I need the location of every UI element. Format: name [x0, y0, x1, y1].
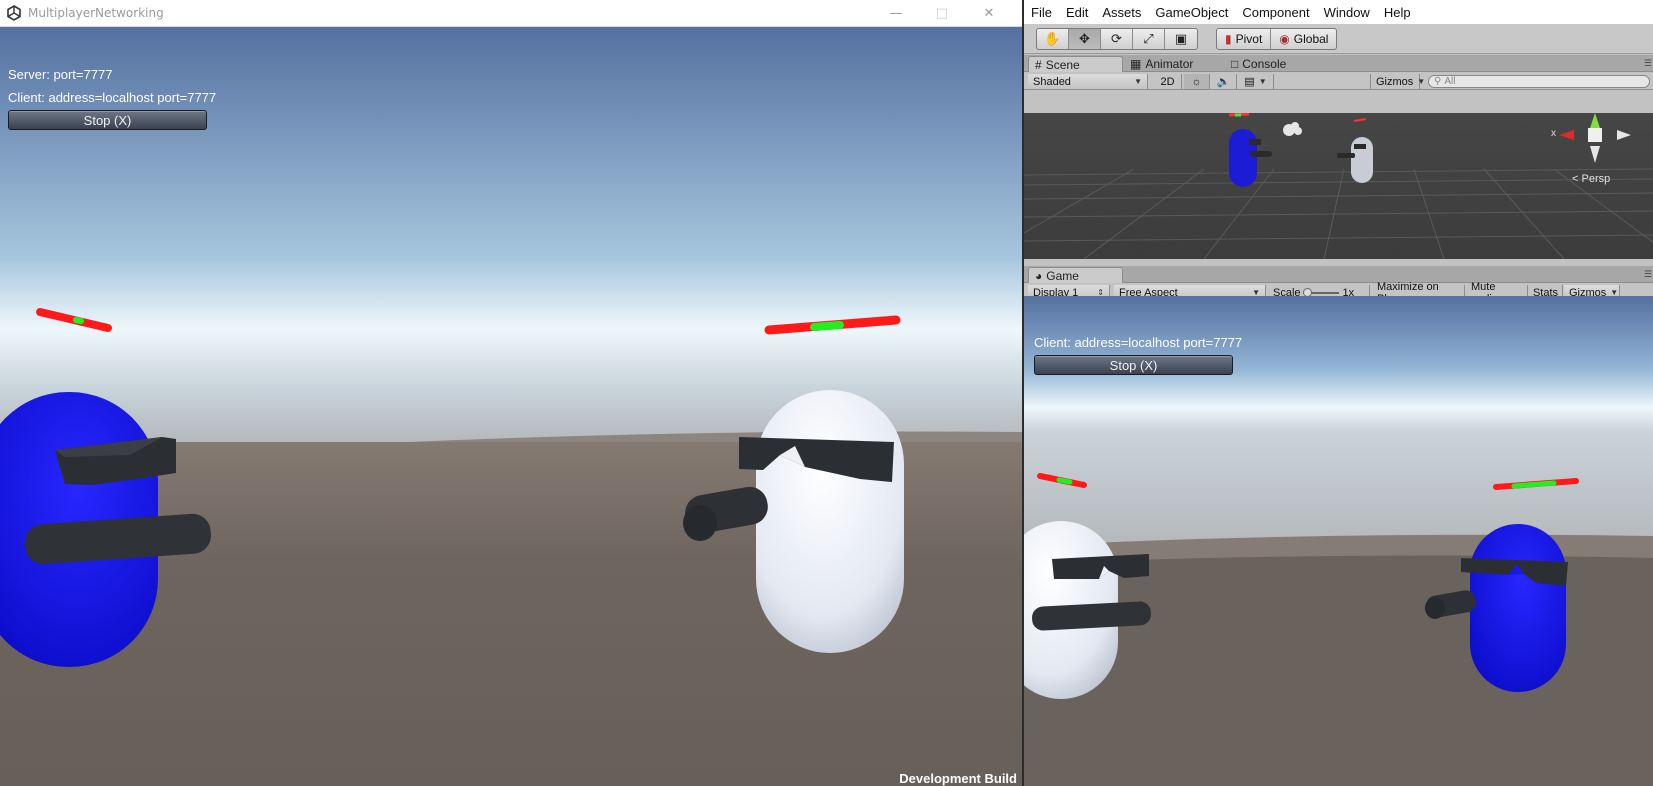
sun-icon: ☼ [1191, 75, 1202, 88]
scene-gizmos-label: Gizmos [1376, 75, 1414, 88]
hand-icon: ✋ [1044, 31, 1061, 47]
tab-animator[interactable]: ▦ Animator [1124, 56, 1199, 72]
window-title: MultiplayerNetworking [28, 6, 164, 20]
tab-game-label: Game [1046, 268, 1079, 283]
image-icon: ▤ [1244, 76, 1255, 88]
scene-viewport [1024, 113, 1653, 259]
scene-tabstrip: # Scene ▦ Animator □ Console ☰ [1024, 55, 1653, 72]
game-panel-menu-icon[interactable]: ☰ [1644, 270, 1652, 280]
handle-toggles: ▮ Pivot ◉ Global [1216, 28, 1338, 50]
scale-icon: ⤢ [1143, 31, 1154, 47]
lighting-toggle[interactable]: ☼ [1184, 74, 1210, 89]
global-label: Global [1293, 32, 1329, 46]
scene-toolbar: Shaded ▼ 2D ☼ 🔈 ▤ ▼ Gizmos ▼ ⚲ All [1024, 73, 1653, 90]
menu-window[interactable]: Window [1317, 5, 1377, 20]
menu-component[interactable]: Component [1235, 5, 1316, 20]
player-window: MultiplayerNetworking — □ ✕ Server: port… [0, 0, 1022, 786]
menu-edit[interactable]: Edit [1059, 5, 1095, 20]
animator-tab-icon: ▦ [1130, 57, 1142, 71]
shading-value: Shaded [1033, 75, 1071, 88]
hand-tool-button[interactable]: ✋ [1037, 29, 1069, 49]
scene-search-input[interactable]: ⚲ All [1428, 75, 1650, 88]
rect-icon: ▣ [1174, 31, 1188, 47]
persp-label[interactable]: < Persp [1572, 173, 1610, 185]
game-viewport[interactable]: Server: port=7777 Client: address=localh… [0, 27, 1022, 786]
tab-animator-label: Animator [1145, 57, 1194, 71]
player-titlebar[interactable]: MultiplayerNetworking — □ ✕ [0, 0, 1022, 27]
game-tab-icon: ◕ [1035, 268, 1043, 283]
rect-tool-button[interactable]: ▣ [1165, 29, 1197, 49]
game-stop-button[interactable]: Stop (X) [1034, 355, 1233, 375]
scene-panel-menu-icon[interactable]: ☰ [1644, 59, 1652, 69]
maximize-icon: □ [935, 6, 949, 21]
tab-scene-label: Scene [1045, 57, 1080, 72]
minimize-button[interactable]: — [873, 0, 919, 27]
tab-console[interactable]: □ Console [1225, 56, 1292, 72]
move-tool-button[interactable]: ✥ [1069, 29, 1101, 49]
game-tabstrip: ◕ Game ☰ [1024, 266, 1653, 283]
maximize-button[interactable]: □ [919, 0, 965, 27]
persp-label-text: Persp [1581, 173, 1611, 185]
scene-gizmos-dropdown[interactable]: Gizmos ▼ [1370, 74, 1425, 89]
pivot-label: Pivot [1235, 32, 1263, 46]
transform-tools: ✋ ✥ ⟳ ⤢ ▣ [1036, 28, 1198, 50]
chevron-down-icon: ▼ [1258, 77, 1267, 86]
close-button[interactable]: ✕ [966, 0, 1012, 27]
menu-assets[interactable]: Assets [1095, 5, 1148, 20]
shading-dropdown[interactable]: Shaded ▼ [1028, 74, 1148, 89]
game-client-status-label: Client: address=localhost port=7777 [1034, 335, 1243, 350]
slider-track[interactable] [1302, 287, 1339, 297]
2d-toggle[interactable]: 2D [1154, 74, 1182, 89]
minimize-icon: — [889, 6, 903, 21]
global-toggle[interactable]: ◉ Global [1271, 29, 1336, 49]
globe-icon: ◉ [1279, 32, 1290, 46]
menu-help[interactable]: Help [1377, 5, 1418, 20]
effects-dropdown[interactable]: ▤ ▼ [1238, 74, 1274, 89]
menu-file[interactable]: File [1024, 5, 1059, 20]
menu-bar: File Edit Assets GameObject Component Wi… [1024, 0, 1653, 24]
unity-logo-icon [7, 5, 21, 21]
move-icon: ✥ [1079, 31, 1090, 47]
tab-game[interactable]: ◕ Game [1028, 267, 1123, 283]
main-toolbar: ✋ ✥ ⟳ ⤢ ▣ ▮ Pivot ◉ Global [1024, 24, 1653, 54]
game-view[interactable]: Client: address=localhost port=7777 Stop… [1024, 296, 1653, 786]
scale-tool-button[interactable]: ⤢ [1133, 29, 1165, 49]
unity-editor: File Edit Assets GameObject Component Wi… [1022, 0, 1653, 786]
development-build-label: Development Build [899, 771, 1017, 786]
pivot-toggle[interactable]: ▮ Pivot [1217, 29, 1272, 49]
audio-toggle[interactable]: 🔈 [1211, 74, 1237, 89]
tab-console-label: Console [1242, 57, 1287, 71]
search-icon: ⚲ [1434, 76, 1442, 87]
speaker-icon: 🔈 [1216, 76, 1231, 88]
rotate-icon: ⟳ [1111, 31, 1122, 47]
scene-tab-icon: # [1035, 57, 1042, 72]
chevron-down-icon: ▼ [1417, 77, 1426, 86]
tab-scene[interactable]: # Scene [1028, 56, 1123, 72]
console-tab-icon: □ [1231, 57, 1239, 71]
gizmo-x-label: x [1551, 128, 1556, 139]
game-scene [0, 27, 1022, 786]
server-status-label: Server: port=7777 [8, 67, 113, 82]
menu-gameobject[interactable]: GameObject [1148, 5, 1235, 20]
scene-search-placeholder: All [1444, 76, 1456, 87]
stop-button[interactable]: Stop (X) [8, 110, 207, 130]
chevron-down-icon: ▼ [1134, 77, 1142, 86]
scene-view[interactable]: y x < Persp [1024, 113, 1653, 259]
pivot-icon: ▮ [1225, 32, 1232, 46]
client-status-label: Client: address=localhost port=7777 [8, 90, 217, 105]
rotate-tool-button[interactable]: ⟳ [1101, 29, 1133, 49]
close-icon: ✕ [983, 6, 995, 21]
